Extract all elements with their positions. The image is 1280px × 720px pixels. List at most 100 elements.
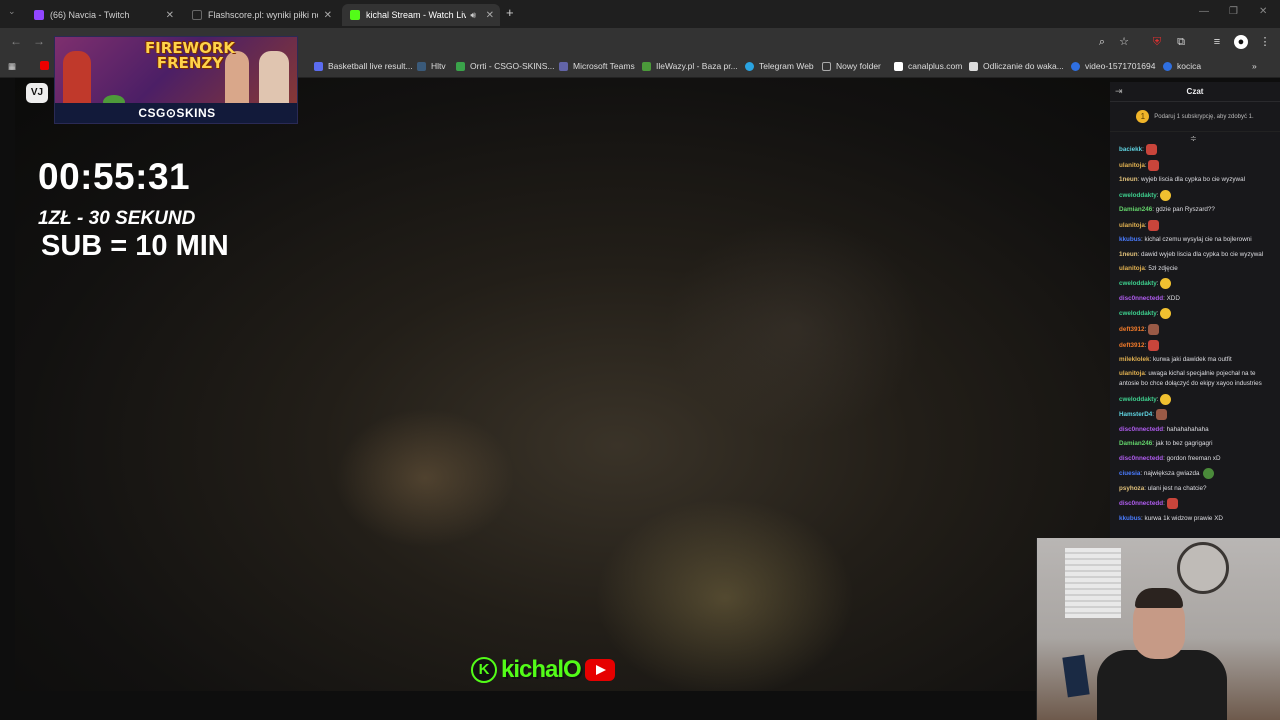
bookmark-orrti[interactable]: Orrti - CSGO-SKINS... xyxy=(456,61,555,71)
chat-filter-icon[interactable]: ≑ xyxy=(1190,134,1197,143)
close-icon[interactable]: ✕ xyxy=(166,10,174,21)
chat-username[interactable]: ulanitoja xyxy=(1119,265,1145,272)
bookmark-telegram[interactable]: Telegram Web xyxy=(745,61,814,71)
maximize-icon[interactable]: ❐ xyxy=(1229,6,1238,17)
bookmark-canalplus[interactable]: canalplus.com xyxy=(894,61,962,71)
chat-username[interactable]: cweloddakty xyxy=(1119,281,1157,288)
zoom-icon[interactable]: ⌕ xyxy=(1095,35,1109,49)
cam-window xyxy=(1065,548,1121,618)
youtube-bookmark-icon[interactable] xyxy=(40,61,54,70)
chat-text: ulani jest na chatcie? xyxy=(1147,484,1207,492)
chat-message: cweloddakty: xyxy=(1119,189,1277,201)
chat-username[interactable]: disc0nnectedd xyxy=(1119,455,1163,462)
streamer-body xyxy=(1097,650,1227,720)
chat-text: kurwa jaki dawidek ma outfit xyxy=(1152,356,1232,364)
more-bookmarks-icon[interactable]: » xyxy=(1252,61,1257,71)
tab-label: (66) Navcia - Twitch xyxy=(50,10,130,20)
chat-message: ulanitoja: xyxy=(1119,219,1277,231)
donation-rate: 1ZŁ - 30 SEKUND xyxy=(38,208,196,229)
emote-icon xyxy=(1160,393,1172,405)
window-close-icon[interactable]: ✕ xyxy=(1259,6,1267,17)
bookmark-video[interactable]: video-1571701694 xyxy=(1071,61,1155,71)
chat-username[interactable]: disc0nnectedd xyxy=(1119,500,1163,507)
chat-username[interactable]: disc0nnectedd xyxy=(1119,295,1163,302)
gift-sub-banner[interactable]: 1 Podaruj 1 subskrypcję, aby zdobyć 1. xyxy=(1110,102,1280,132)
chat-username[interactable]: 1neun xyxy=(1119,176,1138,183)
chat-message: ulanitoja: uwaga kichal specjalnie pojec… xyxy=(1119,370,1262,388)
gift-sub-text: Podaruj 1 subskrypcję, aby zdobyć 1. xyxy=(1154,113,1254,120)
bookmark-label: Telegram Web xyxy=(759,61,814,71)
bookmark-kocica[interactable]: kocica xyxy=(1163,61,1201,71)
subathon-timer: 00:55:31 xyxy=(38,156,191,197)
emote-icon xyxy=(1160,308,1172,320)
chat-message: deft3912: xyxy=(1119,323,1277,335)
chat-text: kurwa 1k widzow prawie XD xyxy=(1144,514,1223,522)
extension-shield-icon[interactable]: ⛨ xyxy=(1150,35,1164,49)
chat-username[interactable]: Damian246 xyxy=(1119,206,1152,213)
menu-kebab-icon[interactable]: ⋮ xyxy=(1258,35,1272,49)
chat-message: deft3912: xyxy=(1119,339,1277,351)
minimize-icon[interactable]: — xyxy=(1199,6,1209,17)
bookmark-hltv[interactable]: Hltv xyxy=(417,61,446,71)
chat-username[interactable]: kkubus xyxy=(1119,236,1141,243)
chat-username[interactable]: ulanitoja xyxy=(1119,222,1145,229)
chat-message: HamsterD4: xyxy=(1119,409,1277,421)
chat-username[interactable]: HamsterD4 xyxy=(1119,411,1152,418)
bookmark-favicon-icon xyxy=(642,61,651,71)
close-icon[interactable]: ✕ xyxy=(486,10,494,21)
bookmark-teams[interactable]: Microsoft Teams xyxy=(559,61,635,71)
bookmark-odliczanie[interactable]: Odliczanie do waka... xyxy=(969,61,1064,71)
extensions-icon[interactable]: ⧉ xyxy=(1174,35,1188,49)
chat-username[interactable]: ciuesia xyxy=(1119,470,1140,477)
emote-icon xyxy=(1160,189,1172,201)
chat-username[interactable]: 1neun xyxy=(1119,251,1138,258)
forward-icon[interactable]: → xyxy=(33,34,45,48)
bookmark-favicon-icon xyxy=(314,61,323,71)
chat-username[interactable]: cweloddakty xyxy=(1119,396,1157,403)
bookmark-basketball[interactable]: Basketball live result... xyxy=(314,61,413,71)
bookmark-label: Hltv xyxy=(431,61,446,71)
bookmark-favicon-icon xyxy=(1071,61,1080,71)
bookmark-ilewazy[interactable]: IleWazy.pl - Baza pr... xyxy=(642,61,738,71)
chat-username[interactable]: cweloddakty xyxy=(1119,310,1157,317)
vj-badge: VJ xyxy=(26,83,48,103)
chat-username[interactable]: Damian246 xyxy=(1119,440,1152,447)
chat-username[interactable]: ulanitoja xyxy=(1119,370,1145,377)
apps-grid-icon[interactable]: ▦ xyxy=(8,61,16,72)
emote-icon xyxy=(1166,498,1178,510)
video-texture xyxy=(665,218,925,438)
chat-username[interactable]: kkubus xyxy=(1119,515,1141,522)
chat-username[interactable]: mileklolek xyxy=(1119,356,1149,363)
emote-icon xyxy=(1148,323,1160,335)
speaker-icon[interactable]: 🔊︎ xyxy=(470,10,476,21)
chat-username[interactable]: deft3912 xyxy=(1119,342,1145,349)
new-tab-button[interactable]: + xyxy=(506,5,514,20)
bookmark-label: Nowy folder xyxy=(836,61,881,71)
chat-text: 5zł zdjęcie xyxy=(1148,264,1178,272)
chat-username[interactable]: psyhoza xyxy=(1119,485,1144,492)
kick-favicon-icon xyxy=(350,10,360,20)
tab-flashscore[interactable]: Flashscore.pl: wyniki piłki nożnej ✕ xyxy=(184,4,338,26)
twitch-favicon-icon xyxy=(34,10,44,20)
bookmark-folder[interactable]: Nowy folder xyxy=(822,61,881,71)
chat-text: jak to bez gagrigagri xyxy=(1155,440,1213,448)
tab-twitch[interactable]: (66) Navcia - Twitch ✕ xyxy=(26,4,180,26)
tab-label: kichal Stream - Watch Live xyxy=(366,10,466,20)
chat-username[interactable]: cweloddakty xyxy=(1119,192,1157,199)
bookmark-star-icon[interactable]: ☆ xyxy=(1117,35,1131,49)
close-icon[interactable]: ✕ xyxy=(324,10,332,21)
profile-avatar-icon[interactable]: ● xyxy=(1234,35,1248,49)
tab-list-icon[interactable]: ⌄ xyxy=(8,6,16,17)
flashscore-favicon-icon xyxy=(192,10,202,20)
media-control-icon[interactable]: ≡ xyxy=(1210,35,1224,49)
chat-username[interactable]: disc0nnectedd xyxy=(1119,426,1163,433)
back-icon[interactable]: ← xyxy=(10,34,22,48)
chat-username[interactable]: baciekk xyxy=(1119,146,1142,153)
chat-message: baciekk: xyxy=(1119,144,1277,155)
chat-username[interactable]: ulanitoja xyxy=(1119,162,1145,169)
gift-coin-icon: 1 xyxy=(1136,110,1150,123)
tab-kick-stream[interactable]: kichal Stream - Watch Live 🔊︎ ✕ xyxy=(342,4,500,26)
emote-icon xyxy=(1202,468,1214,480)
chat-username[interactable]: deft3912 xyxy=(1119,326,1145,333)
channel-logo: K kichalO xyxy=(471,655,615,685)
